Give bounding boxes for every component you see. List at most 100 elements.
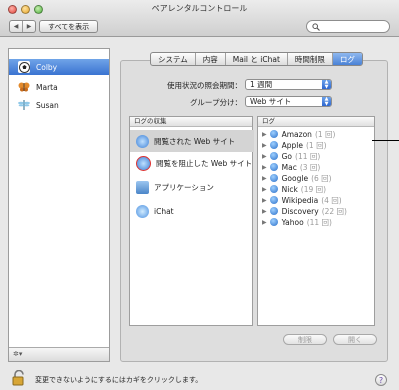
user-item-susan[interactable]: Susan [9, 97, 109, 113]
collection-blocked-websites[interactable]: 閲覧を阻止した Web サイト [130, 152, 254, 174]
log-row[interactable]: ▶ Nick (19 回) [262, 184, 326, 194]
forward-arrow-icon: ▶ [26, 23, 32, 30]
tab-time-limits[interactable]: 時間制限 [288, 53, 333, 65]
log-list: ログ ▶ Amazon (1 回) ▶ Apple (1 回) ▶ Go (11 回) ▶ M… [257, 116, 375, 326]
gear-icon: ✲▾ [13, 350, 23, 358]
tab-logs[interactable]: ログ [332, 53, 362, 65]
disclosure-triangle-icon[interactable]: ▶ [262, 219, 267, 226]
group-label: グループ分け： [189, 98, 242, 107]
log-row[interactable]: ▶ Go (11 回) [262, 151, 320, 161]
ichat-icon [136, 204, 149, 218]
callout-line [372, 140, 399, 141]
footer-bar: 変更できないようにするにはカギをクリックします。 ? [0, 366, 399, 390]
collection-label: iChat [154, 206, 174, 216]
log-count: (11 回) [295, 151, 321, 161]
soccer-ball-avatar-icon [18, 61, 30, 73]
log-site: Amazon [281, 129, 312, 139]
log-row[interactable]: ▶ Wikipedia (4 回) [262, 195, 342, 205]
restrict-button[interactable]: 制限 [283, 334, 327, 345]
log-site: Mac [281, 162, 297, 172]
period-label: 使用状況の照会期間： [167, 81, 242, 90]
search-input[interactable] [322, 22, 382, 31]
collection-label: アプリケーション [154, 182, 214, 192]
globe-icon [269, 207, 278, 215]
log-row[interactable]: ▶ Mac (3 回) [262, 162, 320, 172]
log-row[interactable]: ▶ Google (6 回) [262, 173, 332, 183]
forward-button[interactable]: ▶ [23, 21, 35, 32]
log-site: Wikipedia [281, 195, 319, 205]
back-forward-control: ◀ ▶ [9, 20, 36, 33]
user-name: Marta [36, 82, 58, 92]
log-count: (22 回) [321, 206, 347, 216]
safari-icon [136, 134, 149, 148]
collection-visited-websites[interactable]: 閲覧された Web サイト [130, 130, 254, 152]
titlebar: ペアレンタルコントロール ◀ ▶ すべてを表示 [0, 0, 399, 37]
disclosure-triangle-icon[interactable]: ▶ [262, 186, 267, 193]
log-count: (4 回) [321, 195, 342, 205]
search-field[interactable] [306, 20, 390, 33]
log-row[interactable]: ▶ Yahoo (11 回) [262, 217, 332, 227]
log-count: (3 回) [299, 162, 321, 172]
log-count: (6 回) [311, 173, 332, 183]
log-count: (1 回) [305, 140, 327, 150]
group-popup[interactable]: Web サイト ▲ ▼ [245, 96, 332, 107]
globe-icon [269, 152, 278, 160]
user-name: Colby [36, 62, 58, 72]
popup-arrows-icon: ▲ ▼ [322, 97, 331, 106]
globe-icon [269, 174, 278, 182]
disclosure-triangle-icon[interactable]: ▶ [262, 131, 267, 138]
globe-icon [269, 185, 278, 193]
globe-icon [269, 218, 278, 226]
back-arrow-icon: ◀ [13, 23, 19, 30]
group-value: Web サイト [250, 97, 292, 106]
open-button[interactable]: 開く [333, 334, 377, 345]
disclosure-triangle-icon[interactable]: ▶ [262, 208, 267, 215]
show-all-button[interactable]: すべてを表示 [39, 20, 99, 33]
help-button[interactable]: ? [375, 374, 387, 386]
collection-ichat[interactable]: iChat [130, 200, 254, 222]
collection-label: 閲覧された Web サイト [154, 136, 236, 146]
user-item-colby[interactable]: Colby [9, 59, 109, 75]
period-popup[interactable]: 1 週間 ▲ ▼ [245, 79, 332, 90]
log-collection-list: ログの収集 閲覧された Web サイト 閲覧を阻止した Web サイト アプリケ… [129, 116, 254, 326]
log-count: (11 回) [306, 217, 332, 227]
log-collection-header: ログの収集 [130, 117, 252, 127]
user-item-marta[interactable]: Marta [9, 79, 109, 95]
tab-mail-ichat[interactable]: Mail と iChat [226, 53, 288, 65]
user-list: Colby Marta Susan ✲▾ [8, 48, 110, 362]
butterfly-avatar-icon [18, 81, 30, 93]
blocked-safari-icon [136, 155, 151, 171]
log-row[interactable]: ▶ Discovery (22 回) [262, 206, 347, 216]
disclosure-triangle-icon[interactable]: ▶ [262, 175, 267, 182]
period-value: 1 週間 [250, 80, 273, 89]
tab-bar: システム 内容 Mail と iChat 時間制限 ログ [150, 52, 363, 66]
globe-icon [269, 163, 278, 171]
tab-content[interactable]: 内容 [196, 53, 226, 65]
search-icon [312, 23, 320, 31]
disclosure-triangle-icon[interactable]: ▶ [262, 197, 267, 204]
disclosure-triangle-icon[interactable]: ▶ [262, 153, 267, 160]
log-site: Yahoo [281, 217, 304, 227]
log-site: Google [281, 173, 309, 183]
collection-applications[interactable]: アプリケーション [130, 176, 254, 198]
applications-icon [136, 180, 149, 194]
preferences-window: ペアレンタルコントロール ◀ ▶ すべてを表示 Colby Marta Susa… [0, 0, 399, 390]
tab-system[interactable]: システム [151, 53, 196, 65]
log-row[interactable]: ▶ Apple (1 回) [262, 140, 327, 150]
user-name: Susan [36, 100, 59, 110]
globe-icon [269, 130, 278, 138]
log-site: Discovery [281, 206, 319, 216]
dragonfly-avatar-icon [18, 99, 30, 111]
lock-icon[interactable] [12, 370, 26, 386]
sidebar-footer: ✲▾ [9, 347, 109, 361]
log-row[interactable]: ▶ Amazon (1 回) [262, 129, 335, 139]
lock-message: 変更できないようにするにはカギをクリックします。 [35, 376, 203, 384]
back-button[interactable]: ◀ [10, 21, 23, 32]
log-count: (19 回) [300, 184, 327, 194]
log-site: Go [281, 151, 293, 161]
collection-label: 閲覧を阻止した Web サイト [156, 158, 253, 168]
disclosure-triangle-icon[interactable]: ▶ [262, 142, 267, 149]
popup-arrows-icon: ▲ ▼ [322, 80, 331, 89]
gear-menu-button[interactable]: ✲▾ [13, 349, 33, 359]
disclosure-triangle-icon[interactable]: ▶ [262, 164, 267, 171]
